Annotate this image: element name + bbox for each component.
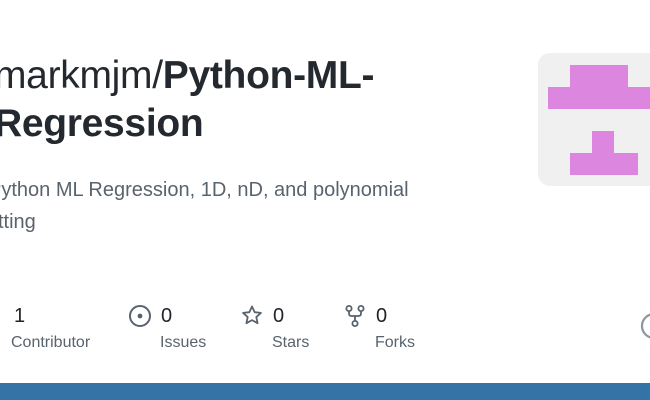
stat-issues[interactable]: 0 Issues [127, 300, 206, 352]
repo-stats: 1 Contributor 0 Issues 0 Stars 0 Forks [0, 300, 650, 360]
repo-name[interactable]: Python-ML- [163, 54, 375, 97]
repo-social-card: markmjm/Python-ML- Regression Python ML R… [0, 0, 650, 400]
stat-count: 0 [273, 304, 285, 327]
repo-separator: / [152, 54, 163, 97]
repo-description: Python ML Regression, 1D, nD, and polyno… [0, 179, 409, 233]
stat-label: Stars [272, 334, 310, 351]
stat-label: Forks [375, 334, 415, 351]
stat-label: Contributor [11, 334, 91, 351]
language-bar [0, 383, 650, 400]
issues-icon [127, 303, 153, 329]
star-icon [239, 303, 265, 329]
fork-icon [342, 303, 368, 329]
repo-title[interactable]: markmjm/Python-ML- Regression [0, 52, 464, 148]
stat-count: 0 [161, 304, 173, 327]
identicon-avatar [538, 53, 650, 186]
stat-count: 1 [14, 304, 26, 327]
stat-label: Issues [160, 334, 207, 351]
stat-stars[interactable]: 0 Stars [239, 300, 309, 352]
stat-count: 0 [376, 304, 388, 327]
stat-contributors[interactable]: 1 Contributor [0, 300, 90, 352]
contributors-icon [0, 303, 6, 329]
repo-owner[interactable]: markmjm [0, 54, 153, 97]
repo-name-continued[interactable]: Regression [0, 102, 204, 145]
github-logo-icon [640, 312, 650, 340]
stat-forks[interactable]: 0 Forks [342, 300, 415, 352]
